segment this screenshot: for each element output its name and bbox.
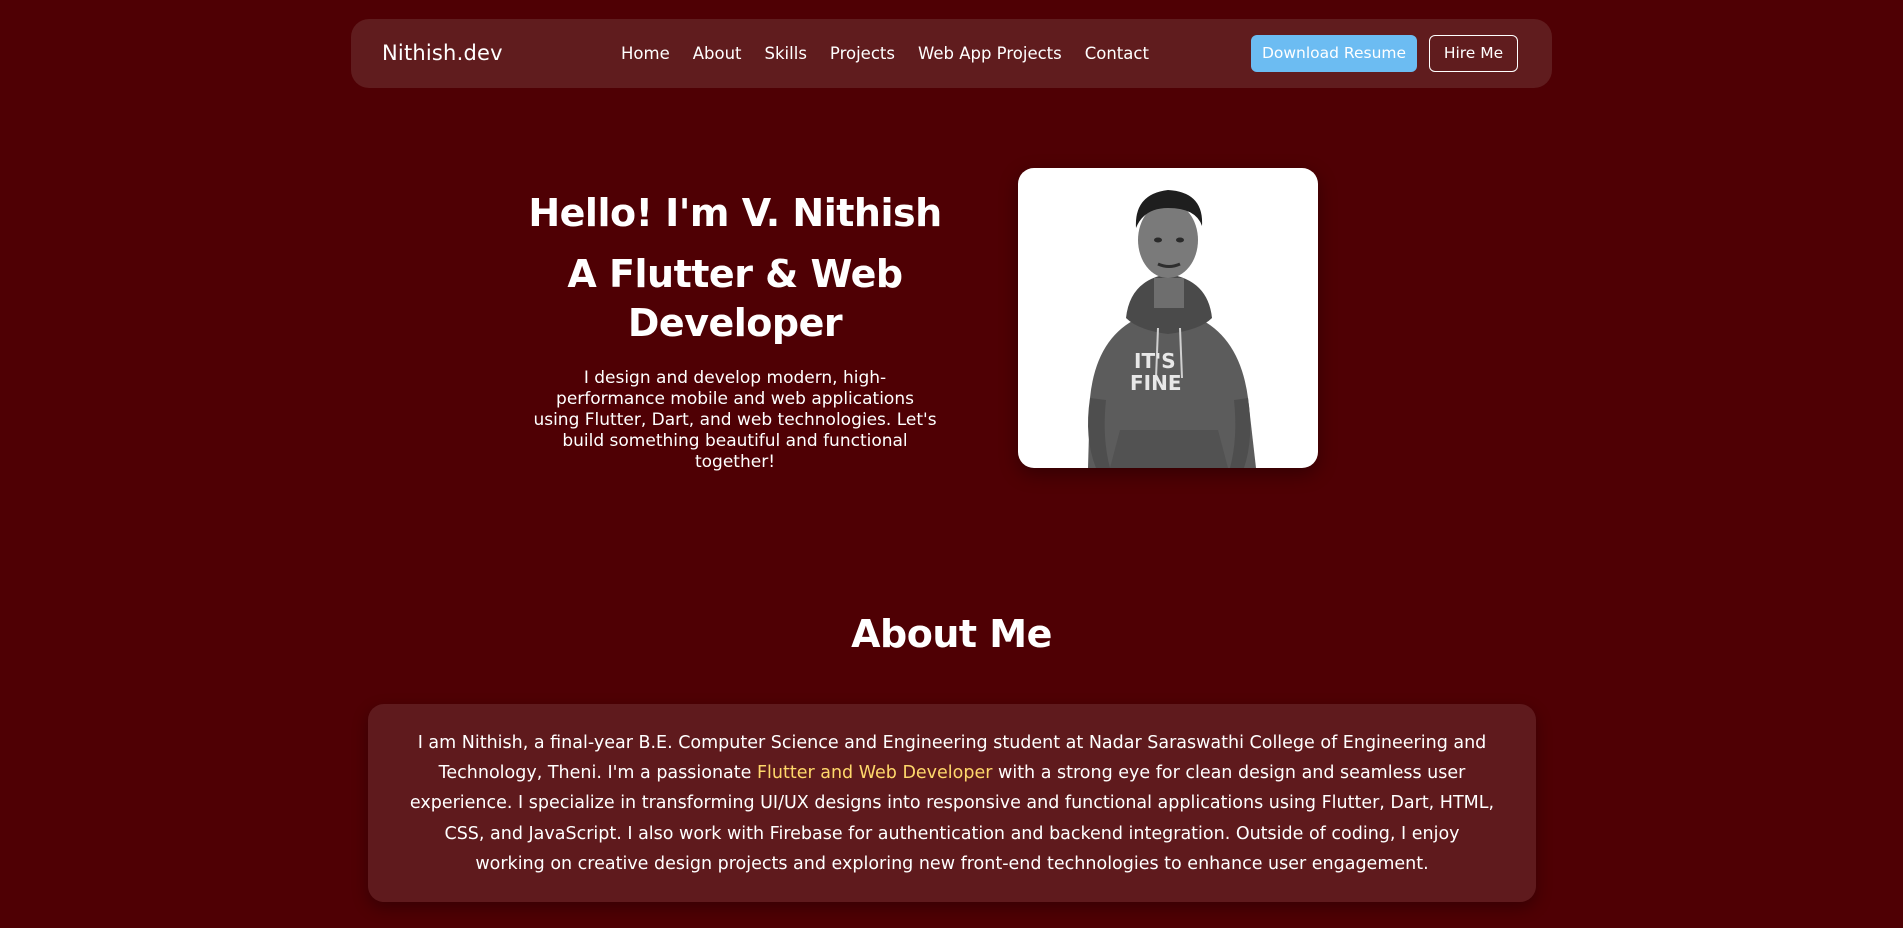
about-text: I am Nithish, a final-year B.E. Computer… xyxy=(408,728,1496,879)
hero-role: A Flutter & Web Developer xyxy=(567,252,903,345)
about-highlight: Flutter and Web Developer xyxy=(756,763,993,784)
nav-links: Home About Skills Projects Web App Proje… xyxy=(621,19,1172,88)
brand-logo[interactable]: Nithish.dev xyxy=(382,19,503,88)
about-card: I am Nithish, a final-year B.E. Computer… xyxy=(368,704,1536,902)
hero-section: Hello! I'm V. Nithish A Flutter & Web De… xyxy=(525,186,945,473)
hire-me-button[interactable]: Hire Me xyxy=(1429,35,1518,72)
nav-link-projects[interactable]: Projects xyxy=(830,44,895,63)
nav-link-contact[interactable]: Contact xyxy=(1085,44,1149,63)
profile-photo: IT'S FINE xyxy=(1018,168,1318,468)
download-resume-button[interactable]: Download Resume xyxy=(1251,35,1417,72)
about-title: About Me xyxy=(851,612,1052,656)
nav-link-skills[interactable]: Skills xyxy=(765,44,807,63)
person-illustration: IT'S FINE xyxy=(1088,190,1256,468)
hoodie-print-line2: FINE xyxy=(1130,371,1182,395)
nav-link-web-app-projects[interactable]: Web App Projects xyxy=(918,44,1062,63)
nav-link-home[interactable]: Home xyxy=(621,44,670,63)
navbar: Nithish.dev Home About Skills Projects W… xyxy=(351,19,1552,88)
hoodie-print-line1: IT'S xyxy=(1134,349,1176,373)
nav-link-about[interactable]: About xyxy=(693,44,742,63)
hero-greeting: Hello! I'm V. Nithish xyxy=(528,191,942,235)
hero-description: I design and develop modern, high-perfor… xyxy=(533,368,937,472)
